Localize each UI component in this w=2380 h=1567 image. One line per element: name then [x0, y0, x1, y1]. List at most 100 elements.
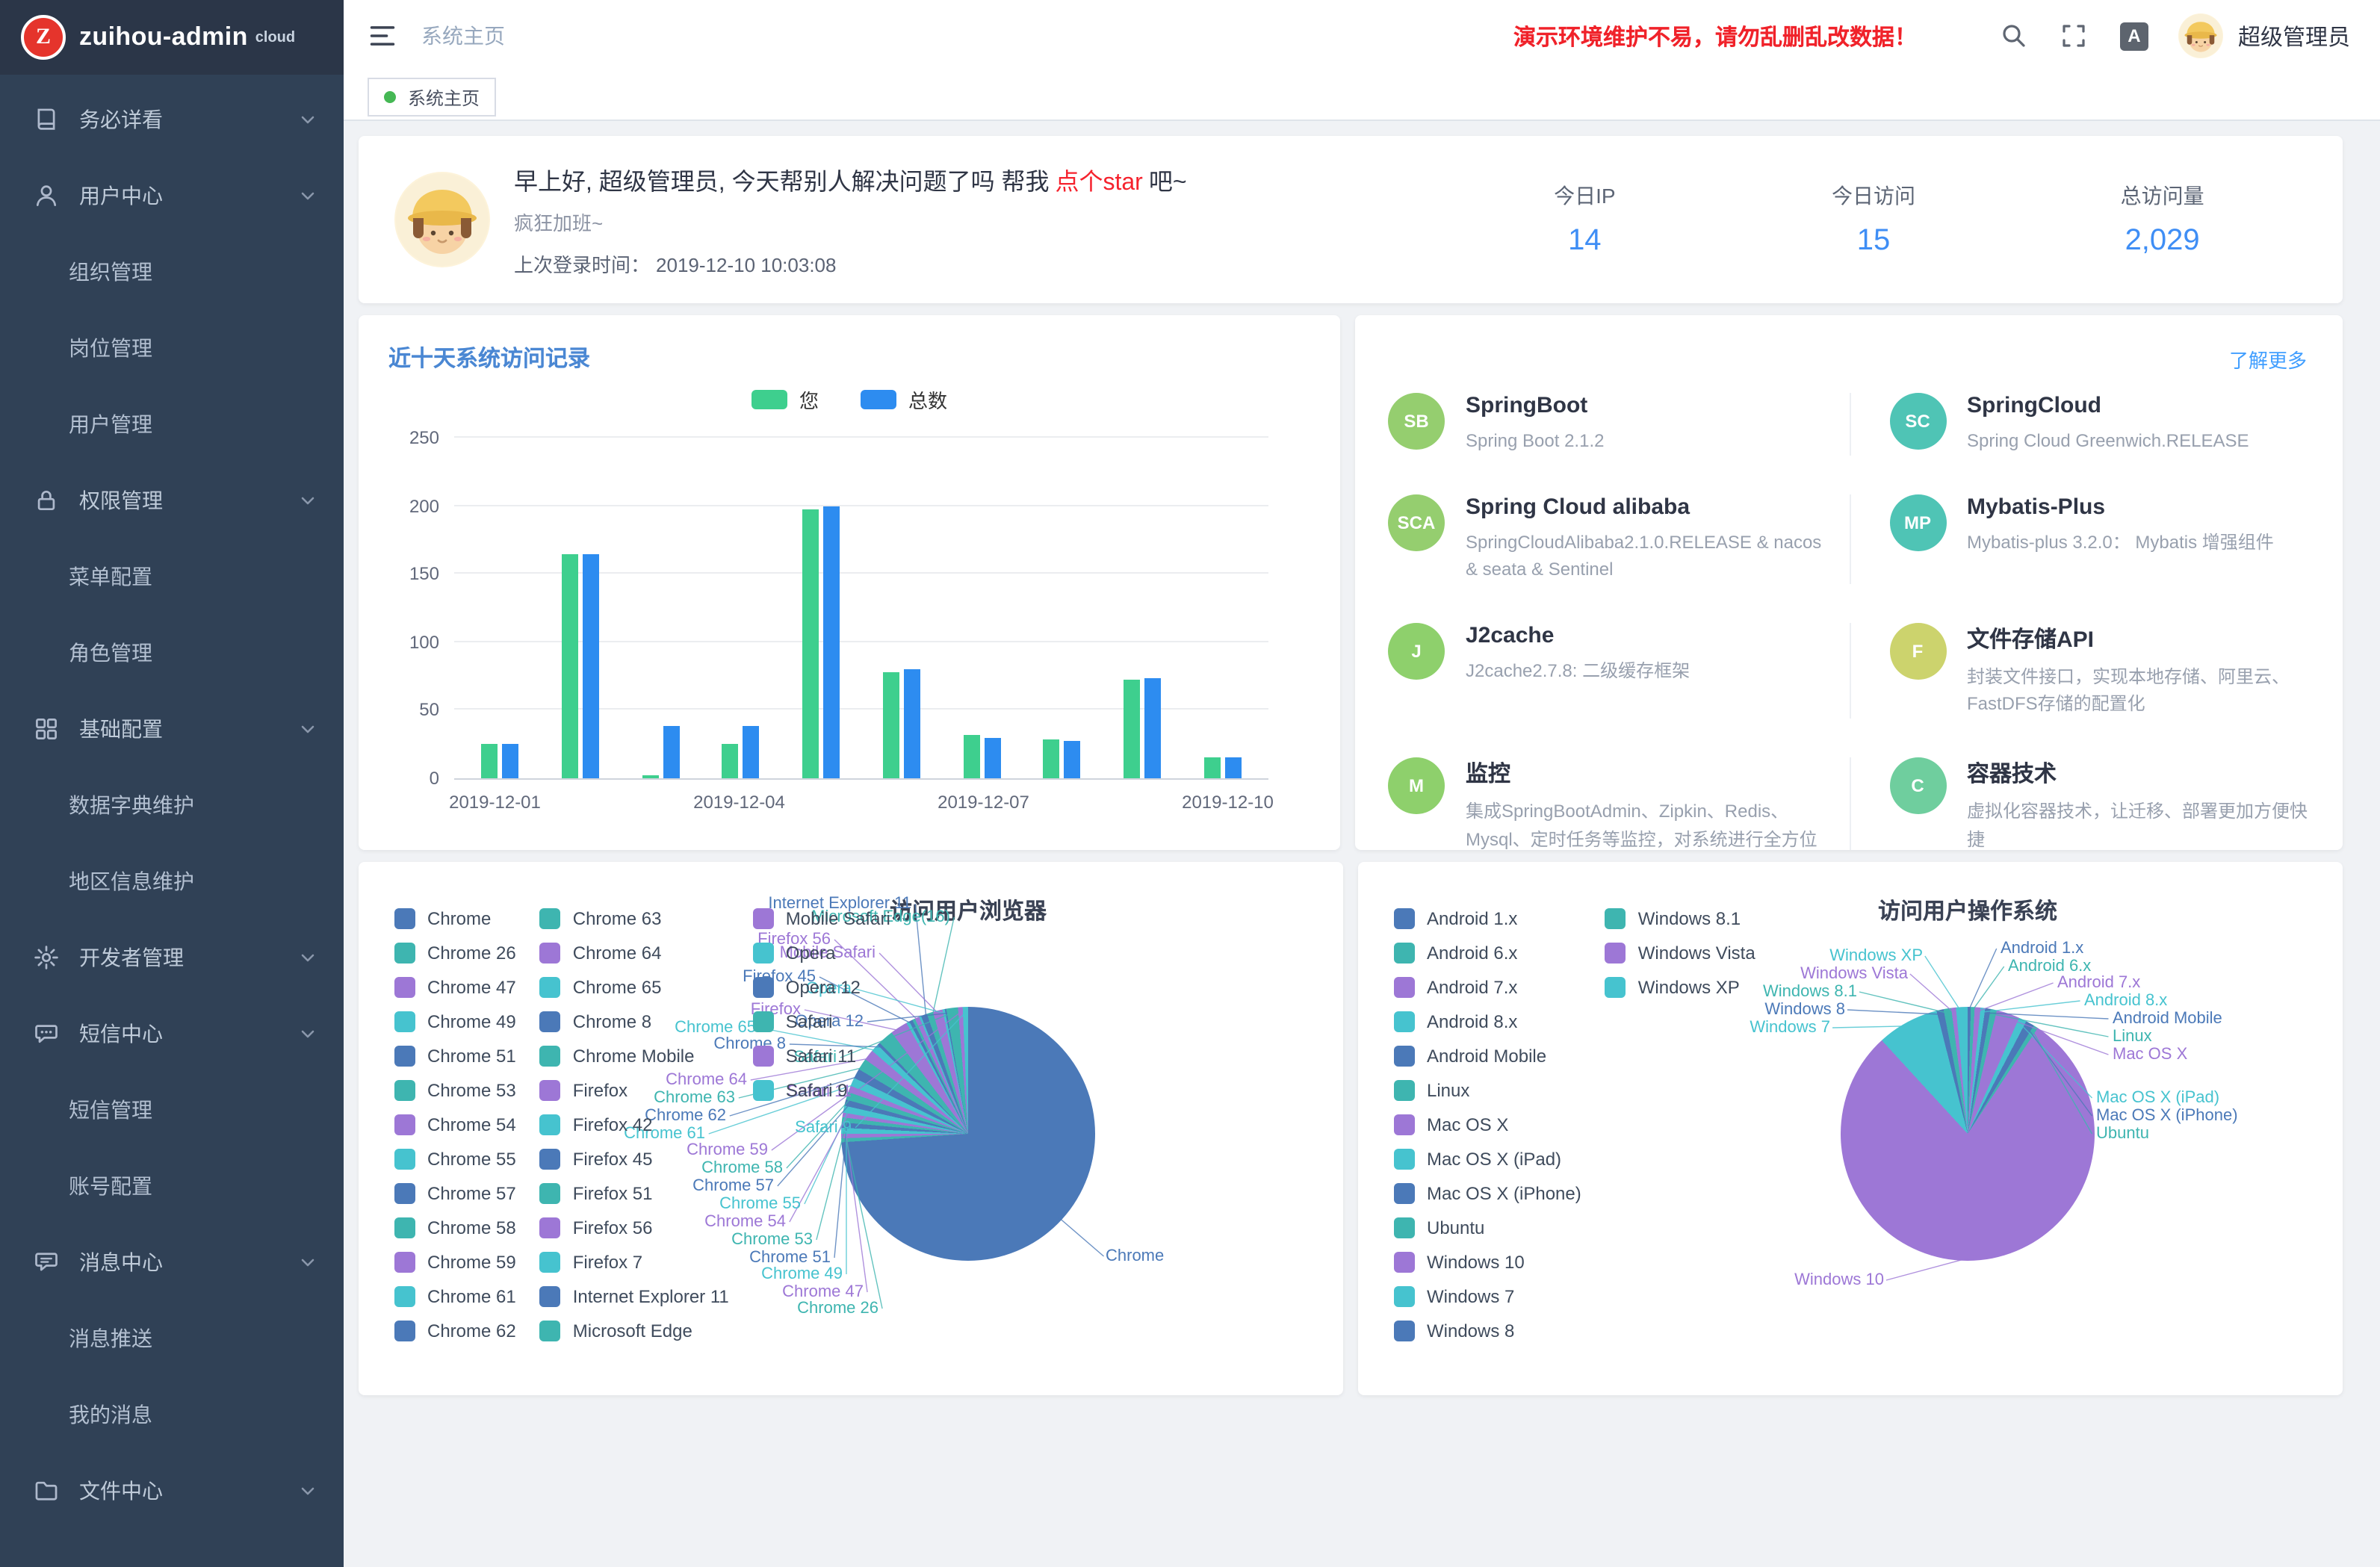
- sidebar-subitem[interactable]: 账号配置: [0, 1147, 344, 1223]
- legend-item[interactable]: Chrome 55: [394, 1141, 516, 1176]
- legend-swatch: [1394, 976, 1415, 997]
- pie-label: Android Mobile: [2110, 1010, 2222, 1028]
- folder-icon: [33, 1477, 60, 1504]
- sidebar-subitem[interactable]: 数据字典维护: [0, 766, 344, 843]
- fullscreen-icon[interactable]: [2060, 22, 2087, 49]
- bar-group: [861, 438, 941, 778]
- legend-item[interactable]: 总数: [861, 385, 947, 414]
- legend-item[interactable]: Chrome 58: [394, 1210, 516, 1244]
- logo-icon: Z: [21, 15, 66, 60]
- legend-item[interactable]: Chrome 54: [394, 1107, 516, 1141]
- legend-item[interactable]: Chrome 65: [540, 969, 729, 1004]
- legend-item[interactable]: Safari: [753, 1004, 890, 1038]
- collapse-menu-icon[interactable]: [368, 21, 397, 51]
- legend-item[interactable]: Windows 8.1: [1605, 901, 1755, 935]
- legend-item[interactable]: Safari 9: [753, 1073, 890, 1107]
- legend-item[interactable]: Firefox 56: [540, 1210, 729, 1244]
- sidebar-subitem[interactable]: 菜单配置: [0, 538, 344, 614]
- legend-item[interactable]: Android 8.x: [1394, 1004, 1581, 1038]
- legend-item[interactable]: Chrome 53: [394, 1073, 516, 1107]
- legend-item[interactable]: Opera 12: [753, 969, 890, 1004]
- sidebar-subitem[interactable]: 岗位管理: [0, 309, 344, 385]
- sidebar-group[interactable]: 文件中心: [0, 1452, 344, 1528]
- legend-item[interactable]: Mac OS X (iPhone): [1394, 1176, 1581, 1210]
- sidebar-group[interactable]: 务必详看: [0, 81, 344, 157]
- legend-swatch: [1394, 1320, 1415, 1341]
- sidebar-subitem[interactable]: 用户管理: [0, 385, 344, 462]
- sidebar-subitem[interactable]: 消息推送: [0, 1300, 344, 1376]
- legend-item[interactable]: Windows 8: [1394, 1313, 1581, 1347]
- legend-item[interactable]: Internet Explorer 11: [540, 1279, 729, 1313]
- legend-item[interactable]: Windows XP: [1605, 969, 1755, 1004]
- sidebar-subitem[interactable]: 组织管理: [0, 233, 344, 309]
- legend-item[interactable]: Chrome Mobile: [540, 1038, 729, 1073]
- legend-item[interactable]: Android Mobile: [1394, 1038, 1581, 1073]
- legend-item[interactable]: Safari 11: [753, 1038, 890, 1073]
- x-tick-label: 2019-12-10: [1182, 792, 1274, 813]
- search-icon[interactable]: [2001, 22, 2027, 49]
- avatar[interactable]: [2178, 13, 2223, 58]
- pie-label: Mac OS X (iPad): [2093, 1089, 2219, 1107]
- legend-item[interactable]: Android 7.x: [1394, 969, 1581, 1004]
- sidebar-group[interactable]: 权限管理: [0, 462, 344, 538]
- legend-swatch: [394, 1217, 415, 1238]
- legend-item[interactable]: Mac OS X (iPad): [1394, 1141, 1581, 1176]
- legend-item[interactable]: Chrome 59: [394, 1244, 516, 1279]
- sidebar-group[interactable]: 短信中心: [0, 995, 344, 1071]
- legend-item[interactable]: Chrome 26: [394, 935, 516, 969]
- legend-item[interactable]: Firefox 7: [540, 1244, 729, 1279]
- legend-item[interactable]: Mac OS X: [1394, 1107, 1581, 1141]
- font-size-icon[interactable]: A: [2120, 22, 2148, 50]
- legend-item[interactable]: Chrome 57: [394, 1176, 516, 1210]
- legend-item[interactable]: Windows 7: [1394, 1279, 1581, 1313]
- sidebar-subitem[interactable]: 角色管理: [0, 614, 344, 690]
- tech-desc: Spring Boot 2.1.2: [1466, 427, 1604, 455]
- legend-item[interactable]: Chrome 49: [394, 1004, 516, 1038]
- legend-item[interactable]: Opera: [753, 935, 890, 969]
- legend-item[interactable]: Linux: [1394, 1073, 1581, 1107]
- legend-item[interactable]: Firefox 45: [540, 1141, 729, 1176]
- sidebar-subitem[interactable]: 短信管理: [0, 1071, 344, 1147]
- legend-item[interactable]: Firefox 51: [540, 1176, 729, 1210]
- legend-item[interactable]: Windows 10: [1394, 1244, 1581, 1279]
- legend-item[interactable]: Microsoft Edge: [540, 1313, 729, 1347]
- legend-item[interactable]: Chrome 63: [540, 901, 729, 935]
- sidebar-subitem[interactable]: 地区信息维护: [0, 843, 344, 919]
- legend-item[interactable]: Chrome: [394, 901, 516, 935]
- legend-item[interactable]: Chrome 62: [394, 1313, 516, 1347]
- legend-item[interactable]: Android 6.x: [1394, 935, 1581, 969]
- legend-item[interactable]: Chrome 51: [394, 1038, 516, 1073]
- legend-item[interactable]: Windows Vista: [1605, 935, 1755, 969]
- tech-desc: J2cache2.7.8: 二级缓存框架: [1466, 657, 1690, 685]
- legend-item[interactable]: Android 1.x: [1394, 901, 1581, 935]
- star-link[interactable]: 点个star: [1055, 170, 1142, 196]
- legend-item[interactable]: Firefox: [540, 1073, 729, 1107]
- tab-home[interactable]: 系统主页: [368, 78, 496, 117]
- sidebar-group[interactable]: 基础配置: [0, 690, 344, 766]
- app-logo[interactable]: Z zuihou-admin cloud: [0, 0, 344, 75]
- sidebar-group[interactable]: 开发者管理: [0, 919, 344, 995]
- tech-title: Mybatis-Plus: [1967, 494, 2274, 519]
- legend-swatch: [753, 1045, 774, 1066]
- chevron-down-icon: [299, 1481, 317, 1499]
- book-icon: [33, 105, 60, 132]
- sidebar-subitem[interactable]: 我的消息: [0, 1376, 344, 1452]
- legend-item[interactable]: 您: [752, 385, 819, 414]
- legend-swatch: [394, 942, 415, 963]
- username[interactable]: 超级管理员: [2238, 20, 2350, 52]
- legend-item[interactable]: Ubuntu: [1394, 1210, 1581, 1244]
- sidebar-group[interactable]: 消息中心: [0, 1223, 344, 1300]
- learn-more-link[interactable]: 了解更多: [2229, 345, 2307, 373]
- legend-swatch: [1605, 976, 1626, 997]
- legend-item[interactable]: Mobile Safari: [753, 901, 890, 935]
- bar: [503, 744, 519, 778]
- tech-title: 监控: [1466, 757, 1822, 789]
- legend-item[interactable]: Chrome 64: [540, 935, 729, 969]
- sidebar-group[interactable]: 用户中心: [0, 157, 344, 233]
- tab-active-dot: [384, 91, 396, 103]
- legend-item[interactable]: Chrome 61: [394, 1279, 516, 1313]
- os-pie-chart[interactable]: [1841, 1007, 2095, 1261]
- legend-item[interactable]: Chrome 8: [540, 1004, 729, 1038]
- legend-item[interactable]: Chrome 47: [394, 969, 516, 1004]
- legend-item[interactable]: Firefox 42: [540, 1107, 729, 1141]
